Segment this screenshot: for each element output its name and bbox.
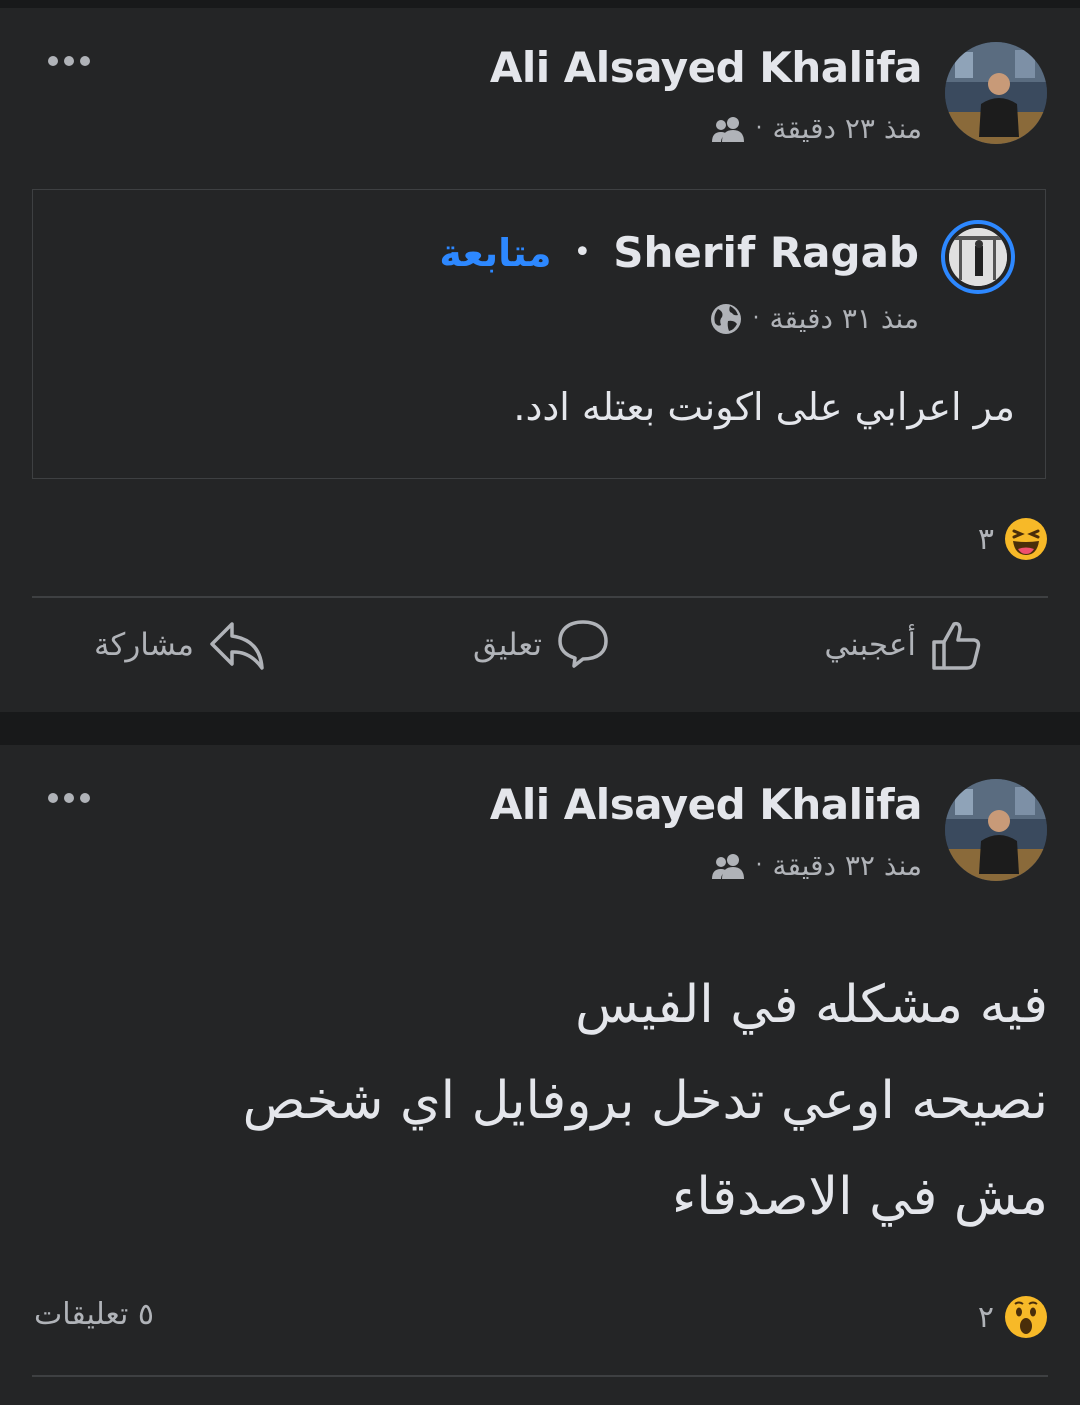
shared-post-meta: منذ ٣١ دقيقة · — [710, 302, 919, 335]
reaction-count: ٢ — [977, 1299, 994, 1335]
dot-icon — [64, 56, 74, 66]
more-options-button[interactable] — [48, 56, 90, 66]
shared-post-time[interactable]: منذ ٣١ دقيقة — [769, 302, 919, 335]
post-time[interactable]: منذ ٣٢ دقيقة — [772, 849, 922, 882]
divider — [32, 596, 1048, 598]
action-bar: أعجبني تعليق مشاركة — [0, 618, 1080, 698]
thumbs-up-icon — [932, 621, 981, 670]
share-icon — [210, 622, 264, 670]
post-text-line: نصيحه اوعي تدخل بروفايل اي شخص — [242, 1071, 1048, 1131]
more-options-button[interactable] — [48, 793, 90, 803]
shared-post[interactable]: Sherif Ragab • متابعة منذ ٣١ دقيقة · مر … — [32, 189, 1046, 479]
post-text-line: مش في الاصدقاء — [671, 1167, 1048, 1227]
author-name[interactable]: Ali Alsayed Khalifa — [490, 780, 923, 829]
globe-icon — [711, 303, 742, 334]
reaction-summary[interactable]: ٣ — [978, 517, 1048, 561]
dot-icon — [64, 793, 74, 803]
wow-emoji-icon — [1005, 1296, 1047, 1338]
post-card: Ali Alsayed Khalifa منذ ٣٢ دقيقة · فيه م… — [0, 745, 1080, 1405]
dot-icon — [48, 793, 58, 803]
person-photo-icon — [949, 228, 1007, 286]
follow-button[interactable]: متابعة — [439, 231, 551, 275]
share-label: مشاركة — [93, 627, 194, 663]
comment-button[interactable]: تعليق — [473, 618, 610, 672]
reaction-summary[interactable]: ٢ — [978, 1295, 1048, 1339]
header-separator: • — [573, 235, 592, 270]
dot-icon — [80, 56, 90, 66]
shared-header: Sherif Ragab • متابعة — [439, 228, 919, 277]
meta-separator: · — [755, 853, 763, 878]
shared-author-avatar[interactable] — [941, 220, 1015, 294]
post-time[interactable]: منذ ٢٣ دقيقة — [772, 112, 922, 145]
reaction-count: ٣ — [977, 521, 994, 557]
author-avatar[interactable] — [945, 42, 1047, 144]
friends-icon — [712, 116, 745, 142]
person-photo-icon — [945, 779, 1047, 881]
shared-author-name[interactable]: Sherif Ragab — [613, 228, 919, 277]
author-name[interactable]: Ali Alsayed Khalifa — [490, 43, 923, 92]
dot-icon — [48, 56, 58, 66]
post-text-line: فيه مشكله في الفيس — [575, 975, 1048, 1035]
comment-icon — [558, 620, 608, 668]
meta-separator: · — [752, 306, 760, 331]
person-photo-icon — [945, 42, 1047, 144]
like-label: أعجبني — [824, 627, 916, 663]
comment-label: تعليق — [472, 627, 542, 663]
post-card: Ali Alsayed Khalifa منذ ٢٣ دقيقة · Sheri… — [0, 8, 1080, 712]
post-meta: منذ ٣٢ دقيقة · — [711, 849, 922, 882]
share-button[interactable]: مشاركة — [94, 618, 266, 672]
post-meta: منذ ٢٣ دقيقة · — [711, 112, 922, 145]
meta-separator: · — [755, 116, 763, 141]
divider — [32, 1375, 1048, 1377]
shared-post-text: مر اعرابي على اكونت بعتله ادد. — [513, 385, 1015, 429]
comments-count[interactable]: ٥ تعليقات — [34, 1297, 154, 1332]
author-avatar[interactable] — [945, 779, 1047, 881]
top-strip — [0, 0, 1080, 8]
friends-icon — [712, 853, 745, 879]
haha-emoji-icon — [1005, 518, 1047, 560]
dot-icon — [80, 793, 90, 803]
like-button[interactable]: أعجبني — [824, 618, 984, 672]
post-text: فيه مشكله في الفيس نصيحه اوعي تدخل بروفا… — [243, 957, 1048, 1245]
